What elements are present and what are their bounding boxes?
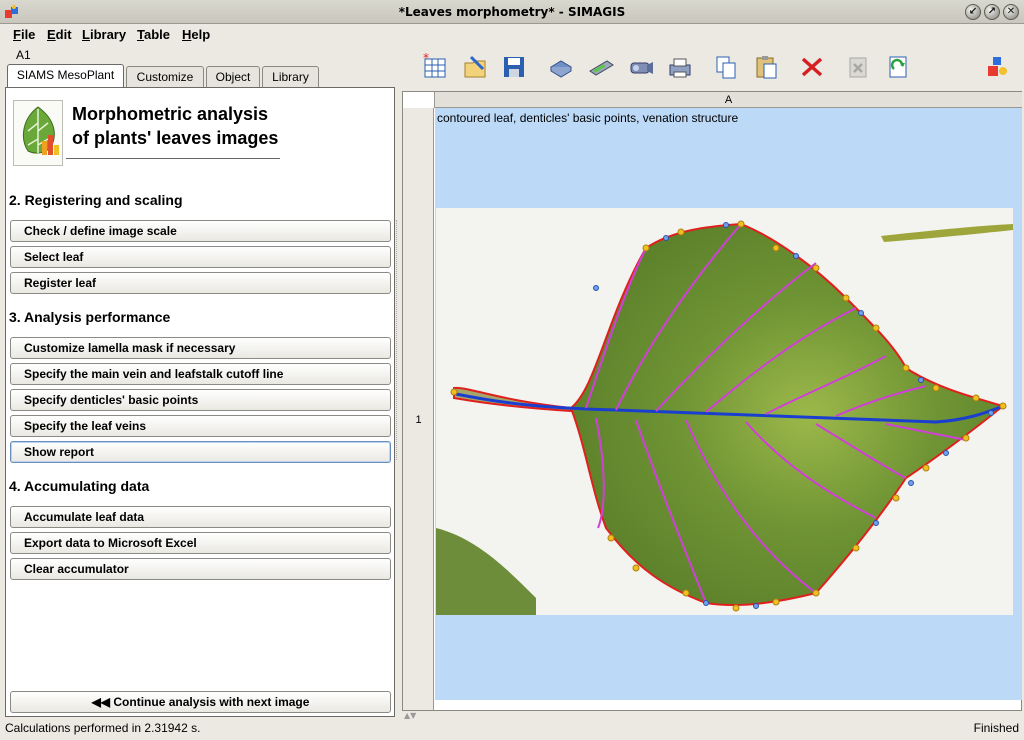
continue-next-image-button[interactable]: ◀◀ Continue analysis with next image xyxy=(10,691,391,713)
clear-accumulator-button[interactable]: Clear accumulator xyxy=(10,558,391,580)
section-title: 4. Accumulating data xyxy=(9,478,150,494)
new-table-icon[interactable]: * xyxy=(421,53,449,81)
leaf-image[interactable] xyxy=(436,208,1013,615)
status-bar: Calculations performed in 2.31942 s. Fin… xyxy=(0,717,1024,740)
mesoplant-panel: Morphometric analysis of plants' leaves … xyxy=(5,87,395,717)
specify-denticles-button[interactable]: Specify denticles' basic points xyxy=(10,389,391,411)
customize-lamella-mask-button[interactable]: Customize lamella mask if necessary xyxy=(10,337,391,359)
specify-leaf-veins-button[interactable]: Specify the leaf veins xyxy=(10,415,391,437)
svg-text:*: * xyxy=(423,53,429,65)
paste-icon[interactable] xyxy=(752,53,780,81)
scanner-icon[interactable] xyxy=(587,53,615,81)
section-title: 2. Registering and scaling xyxy=(9,192,183,208)
heading-line-2: of plants' leaves images xyxy=(72,128,279,148)
menu-help[interactable]: Help xyxy=(182,27,210,42)
status-message: Calculations performed in 2.31942 s. xyxy=(5,721,201,735)
tab-siams-mesoplant[interactable]: SIAMS MesoPlant xyxy=(7,64,124,87)
tab-object[interactable]: Object xyxy=(206,66,260,87)
image-icon[interactable] xyxy=(547,53,575,81)
info-icon[interactable] xyxy=(983,53,1011,81)
window-title: *Leaves morphometry* - SIMAGIS xyxy=(398,5,626,19)
specify-main-vein-button[interactable]: Specify the main vein and leafstalk cuto… xyxy=(10,363,391,385)
show-report-button[interactable]: Show report xyxy=(10,441,391,463)
close-icon[interactable]: ✕ xyxy=(1003,4,1019,20)
maximize-icon[interactable]: ↗ xyxy=(984,4,1000,20)
row-number-1[interactable]: 1 xyxy=(403,414,434,426)
menu-table[interactable]: Table xyxy=(137,27,170,42)
rewind-icon: ◀◀ xyxy=(91,695,111,709)
mesoplant-logo xyxy=(13,100,63,166)
minimize-icon[interactable]: ↙ xyxy=(965,4,981,20)
sheet-scroll-arrows[interactable]: ▲▼ xyxy=(404,711,416,720)
leaf-logo-icon xyxy=(22,106,59,155)
menu-library[interactable]: Library xyxy=(82,27,126,42)
tab-customize[interactable]: Customize xyxy=(126,66,204,87)
copy-icon[interactable] xyxy=(712,53,740,81)
title-bar: *Leaves morphometry* - SIMAGIS ↙ ↗ ✕ xyxy=(0,0,1024,24)
tab-library[interactable]: Library xyxy=(262,66,319,87)
refresh-icon[interactable] xyxy=(884,53,912,81)
clear-icon[interactable] xyxy=(844,53,872,81)
panel-heading: Morphometric analysis of plants' leaves … xyxy=(72,102,278,150)
section-title: 3. Analysis performance xyxy=(9,309,171,325)
row-header: 1 xyxy=(403,108,434,710)
toolbar: * xyxy=(401,46,1022,88)
cell-reference: A1 xyxy=(16,48,31,62)
menu-edit[interactable]: Edit xyxy=(47,27,72,42)
column-header-a[interactable]: A xyxy=(434,92,1022,108)
accumulate-leaf-data-button[interactable]: Accumulate leaf data xyxy=(10,506,391,528)
heading-line-1: Morphometric analysis xyxy=(72,104,269,124)
save-icon[interactable] xyxy=(500,53,528,81)
menu-file[interactable]: File xyxy=(13,27,35,42)
status-state: Finished xyxy=(973,721,1019,735)
print-icon[interactable] xyxy=(666,53,694,81)
continue-label: Continue analysis with next image xyxy=(113,695,310,709)
select-leaf-button[interactable]: Select leaf xyxy=(10,246,391,268)
check-image-scale-button[interactable]: Check / define image scale xyxy=(10,220,391,242)
splitter-handle[interactable] xyxy=(396,220,400,460)
cell-caption: contoured leaf, denticles' basic points,… xyxy=(437,111,739,125)
open-icon[interactable] xyxy=(461,53,489,81)
menu-bar: File Edit Library Table Help xyxy=(0,24,1024,46)
register-leaf-button[interactable]: Register leaf xyxy=(10,272,391,294)
export-excel-button[interactable]: Export data to Microsoft Excel xyxy=(10,532,391,554)
delete-icon[interactable] xyxy=(798,53,826,81)
camera-icon[interactable] xyxy=(627,53,655,81)
spreadsheet: A 1 contoured leaf, denticles' basic poi… xyxy=(402,91,1022,711)
heading-divider xyxy=(66,158,280,159)
